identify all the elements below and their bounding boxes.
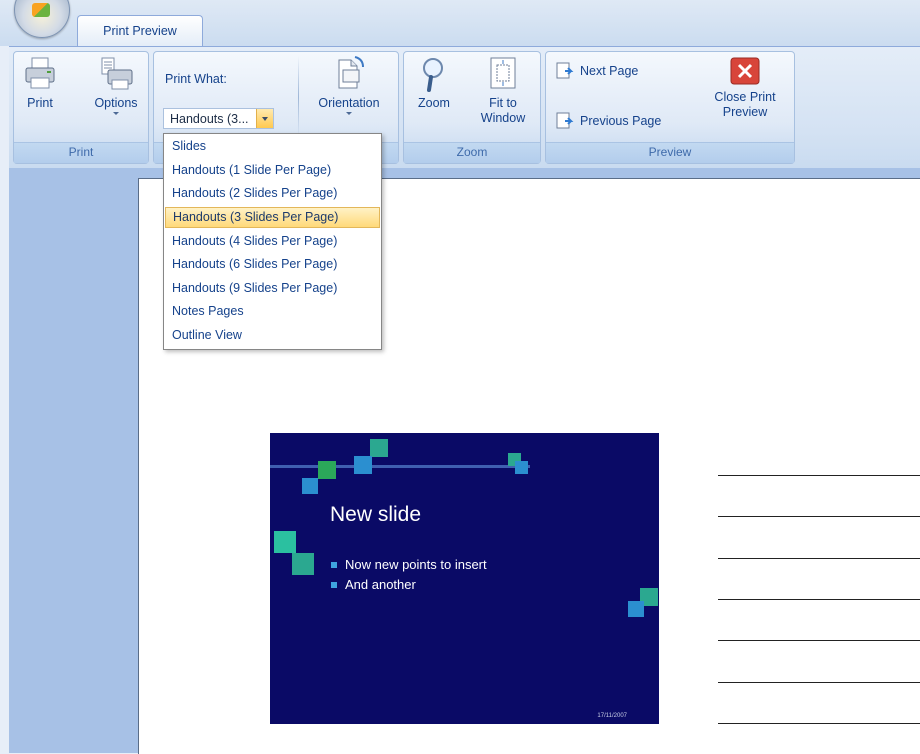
office-button[interactable]	[14, 0, 70, 38]
close-icon	[730, 57, 760, 85]
fit-line1: Fit to	[489, 96, 517, 110]
close-line2: Preview	[722, 105, 768, 119]
slide-decoration	[302, 478, 318, 494]
notes-line	[718, 640, 920, 641]
dropdown-item-handouts-6[interactable]: Handouts (6 Slides Per Page)	[165, 254, 380, 275]
next-page-button[interactable]: Next Page	[556, 62, 638, 80]
slide-date: 17/11/2007	[597, 713, 627, 719]
separator	[298, 56, 299, 138]
close-line1: Close Print	[714, 90, 776, 104]
dropdown-item-notes-pages[interactable]: Notes Pages	[165, 301, 380, 322]
dropdown-item-handouts-2[interactable]: Handouts (2 Slides Per Page)	[165, 183, 380, 204]
print-group: Print Options Print	[13, 51, 149, 164]
preview-group-label: Preview	[546, 142, 794, 163]
options-button-label: Options	[94, 96, 138, 110]
dropdown-item-slides[interactable]: Slides	[165, 136, 380, 157]
zoom-button[interactable]: Zoom	[412, 56, 456, 111]
tab-print-preview[interactable]: Print Preview	[77, 15, 203, 46]
notes-line	[718, 723, 920, 724]
notes-line	[718, 475, 920, 476]
notes-line	[718, 682, 920, 683]
slide-bullet-list: Now new points to insert And another	[330, 555, 487, 595]
print-button-label: Print	[27, 96, 53, 110]
notes-line	[718, 516, 920, 517]
print-what-label: Print What:	[165, 72, 227, 86]
print-group-label: Print	[14, 142, 148, 163]
dropdown-item-outline-view[interactable]: Outline View	[165, 325, 380, 346]
zoom-group-label: Zoom	[404, 142, 540, 163]
dropdown-item-handouts-4[interactable]: Handouts (4 Slides Per Page)	[165, 231, 380, 252]
notes-line	[718, 558, 920, 559]
printer-icon	[25, 57, 55, 89]
print-what-select[interactable]: Handouts (3...	[163, 108, 274, 129]
fit-to-window-icon	[490, 57, 516, 89]
slide-thumbnail: New slide Now new points to insert And a…	[270, 433, 659, 724]
previous-page-label: Previous Page	[580, 114, 662, 128]
slide-decoration	[354, 456, 372, 474]
magnifier-icon	[423, 58, 443, 92]
slide-bullet: Now new points to insert	[330, 555, 487, 575]
slide-decoration	[274, 531, 296, 553]
dropdown-item-handouts-9[interactable]: Handouts (9 Slides Per Page)	[165, 278, 380, 299]
options-caret-icon	[113, 112, 119, 115]
dropdown-item-handouts-1[interactable]: Handouts (1 Slide Per Page)	[165, 160, 380, 181]
next-page-label: Next Page	[580, 64, 639, 78]
fit-line2: Window	[480, 111, 526, 125]
options-button[interactable]: Options	[86, 56, 146, 115]
dropdown-arrow-icon[interactable]	[256, 109, 273, 128]
orientation-button-label: Orientation	[318, 96, 380, 110]
slide-accent-line	[270, 465, 530, 468]
slide-title: New slide	[330, 503, 422, 526]
notes-line	[718, 599, 920, 600]
zoom-button-label: Zoom	[418, 96, 450, 110]
orientation-button[interactable]: Orientation	[306, 56, 392, 115]
office-logo-icon	[32, 3, 50, 17]
preview-group: Next Page Previous Page Close Print Prev…	[545, 51, 795, 164]
ribbon: Print Options Print Orientation Zoom Fit…	[9, 46, 920, 169]
previous-page-icon	[556, 112, 574, 129]
close-print-preview-button[interactable]: Close Print Preview	[700, 56, 790, 120]
zoom-group: Zoom Fit to Window Zoom	[403, 51, 541, 164]
orientation-caret-icon	[346, 112, 352, 115]
print-button[interactable]: Print	[20, 56, 60, 111]
slide-bullet: And another	[330, 575, 487, 595]
print-what-value: Handouts (3...	[170, 112, 249, 126]
next-page-icon	[556, 62, 574, 79]
slide-decoration	[628, 601, 644, 617]
orientation-icon	[338, 56, 364, 89]
slide-decoration	[370, 439, 388, 457]
printer-options-icon	[101, 57, 133, 90]
fit-to-window-button[interactable]: Fit to Window	[470, 56, 536, 126]
print-what-dropdown: Slides Handouts (1 Slide Per Page) Hando…	[163, 133, 382, 350]
dropdown-item-handouts-3[interactable]: Handouts (3 Slides Per Page)	[165, 207, 380, 228]
slide-decoration	[515, 461, 528, 474]
title-bar: Print Preview	[0, 0, 920, 46]
previous-page-button[interactable]: Previous Page	[556, 112, 661, 130]
slide-decoration	[292, 553, 314, 575]
slide-decoration	[318, 461, 336, 479]
